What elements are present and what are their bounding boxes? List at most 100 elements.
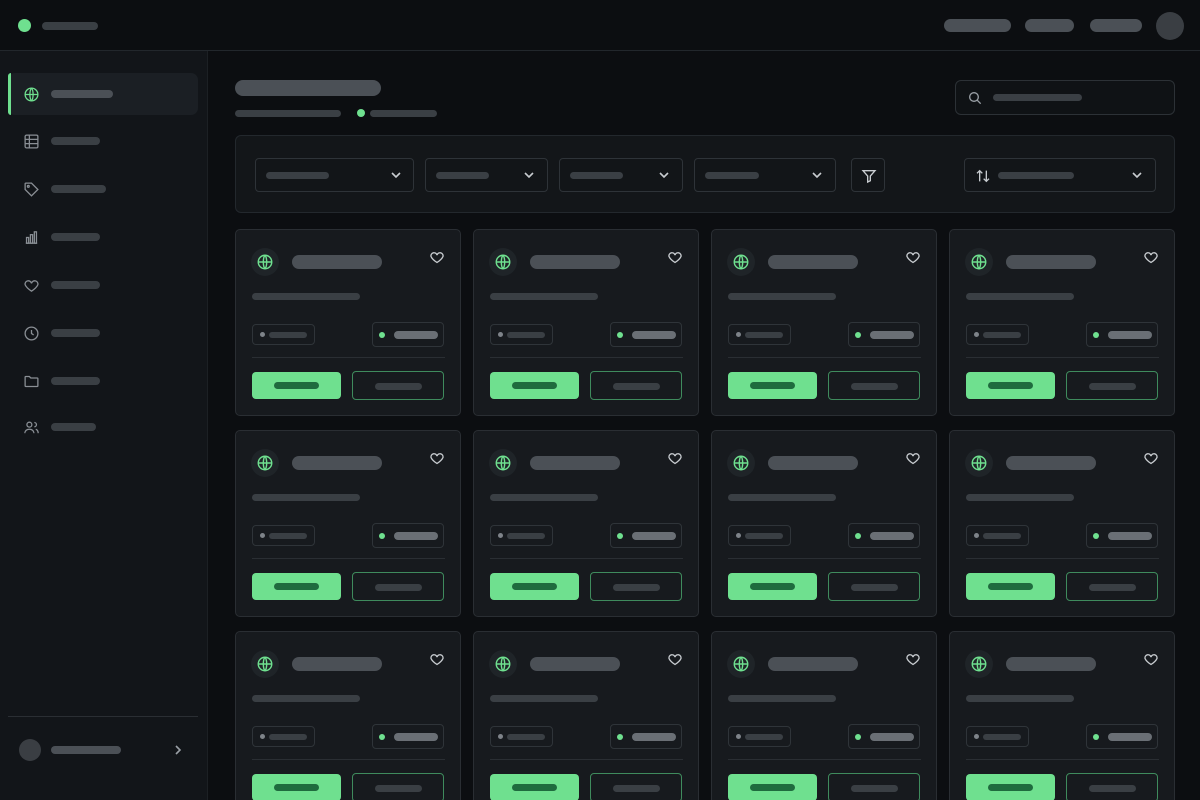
- sidebar-item-analytics[interactable]: [8, 216, 198, 258]
- status-badge: [372, 724, 444, 749]
- primary-action-button[interactable]: [252, 573, 341, 600]
- card-divider: [252, 357, 445, 358]
- card[interactable]: [949, 229, 1175, 416]
- heart-icon[interactable]: [429, 450, 445, 465]
- status-badge: [610, 523, 682, 548]
- secondary-action-button[interactable]: [590, 572, 682, 601]
- chevron-down-icon: [391, 172, 401, 179]
- sidebar-item-history[interactable]: [8, 312, 198, 354]
- secondary-action-button[interactable]: [1066, 572, 1158, 601]
- secondary-action-label: [375, 785, 422, 792]
- status-badge: [610, 322, 682, 347]
- card[interactable]: [711, 229, 937, 416]
- secondary-action-button[interactable]: [590, 773, 682, 800]
- card[interactable]: [949, 430, 1175, 617]
- heart-icon[interactable]: [1143, 249, 1159, 264]
- primary-action-button[interactable]: [966, 573, 1055, 600]
- table-icon: [24, 134, 39, 149]
- card[interactable]: [711, 631, 937, 800]
- sort-value: [998, 172, 1074, 179]
- secondary-action-button[interactable]: [828, 773, 920, 800]
- sidebar-item-users[interactable]: [8, 406, 198, 448]
- globe-icon: [257, 254, 273, 270]
- filter-button[interactable]: [851, 158, 885, 192]
- user-avatar[interactable]: [1156, 12, 1184, 40]
- filter-select-4[interactable]: [694, 158, 836, 192]
- status-badge: [1086, 322, 1158, 347]
- secondary-action-button[interactable]: [828, 572, 920, 601]
- heart-icon[interactable]: [905, 651, 921, 666]
- avatar[interactable]: [19, 739, 41, 761]
- secondary-action-button[interactable]: [1066, 371, 1158, 400]
- card[interactable]: [235, 229, 461, 416]
- heart-icon[interactable]: [1143, 450, 1159, 465]
- status-label: [632, 733, 676, 741]
- top-nav-link-3[interactable]: [1090, 19, 1142, 32]
- status-badge: [848, 523, 920, 548]
- search-input[interactable]: [955, 80, 1175, 115]
- filter-select-1[interactable]: [255, 158, 414, 192]
- heart-icon[interactable]: [1143, 651, 1159, 666]
- heart-icon[interactable]: [667, 450, 683, 465]
- primary-action-button[interactable]: [728, 372, 817, 399]
- status-label: [394, 331, 438, 339]
- card-description: [728, 494, 836, 501]
- card[interactable]: [235, 430, 461, 617]
- sort-select[interactable]: [964, 158, 1156, 192]
- card-tag: [252, 324, 315, 345]
- primary-action-button[interactable]: [490, 372, 579, 399]
- primary-action-button[interactable]: [490, 573, 579, 600]
- card-tag: [252, 525, 315, 546]
- bar-chart-icon: [25, 231, 38, 244]
- heart-icon[interactable]: [905, 249, 921, 264]
- sidebar-item-table[interactable]: [8, 120, 198, 162]
- top-nav-link-1[interactable]: [944, 19, 1011, 32]
- filter-select-2[interactable]: [425, 158, 548, 192]
- primary-action-button[interactable]: [728, 573, 817, 600]
- primary-action-button[interactable]: [728, 774, 817, 800]
- primary-action-button[interactable]: [490, 774, 579, 800]
- card-description: [490, 293, 598, 300]
- card[interactable]: [949, 631, 1175, 800]
- primary-action-button[interactable]: [252, 774, 341, 800]
- card[interactable]: [473, 229, 699, 416]
- primary-action-button[interactable]: [252, 372, 341, 399]
- top-nav-link-2[interactable]: [1025, 19, 1074, 32]
- secondary-action-button[interactable]: [352, 371, 444, 400]
- secondary-action-button[interactable]: [1066, 773, 1158, 800]
- sidebar-item-globe[interactable]: [8, 73, 198, 115]
- primary-action-button[interactable]: [966, 774, 1055, 800]
- sidebar-item-label: [51, 377, 100, 385]
- primary-action-button[interactable]: [966, 372, 1055, 399]
- sidebar-item-tags[interactable]: [8, 168, 198, 210]
- card-icon: [965, 449, 993, 477]
- status-dot: [855, 533, 861, 539]
- chevron-right-icon[interactable]: [172, 743, 184, 757]
- sidebar-item-folders[interactable]: [8, 360, 198, 402]
- sidebar-item-favorites[interactable]: [8, 264, 198, 306]
- heart-icon[interactable]: [429, 651, 445, 666]
- heart-icon[interactable]: [905, 450, 921, 465]
- card[interactable]: [473, 631, 699, 800]
- card[interactable]: [235, 631, 461, 800]
- card-tag: [490, 726, 553, 747]
- status-dot: [855, 734, 861, 740]
- card[interactable]: [711, 430, 937, 617]
- card-tag: [252, 726, 315, 747]
- card-tag: [728, 726, 791, 747]
- heart-icon[interactable]: [429, 249, 445, 264]
- heart-icon[interactable]: [667, 651, 683, 666]
- card-divider: [728, 759, 921, 760]
- heart-icon[interactable]: [667, 249, 683, 264]
- filter-select-3[interactable]: [559, 158, 683, 192]
- card[interactable]: [473, 430, 699, 617]
- secondary-action-button[interactable]: [828, 371, 920, 400]
- card-tag: [728, 525, 791, 546]
- sidebar-item-label: [51, 423, 96, 431]
- secondary-action-button[interactable]: [352, 572, 444, 601]
- globe-icon: [733, 656, 749, 672]
- primary-action-label: [988, 583, 1033, 590]
- secondary-action-button[interactable]: [352, 773, 444, 800]
- secondary-action-button[interactable]: [590, 371, 682, 400]
- card-title: [292, 255, 382, 269]
